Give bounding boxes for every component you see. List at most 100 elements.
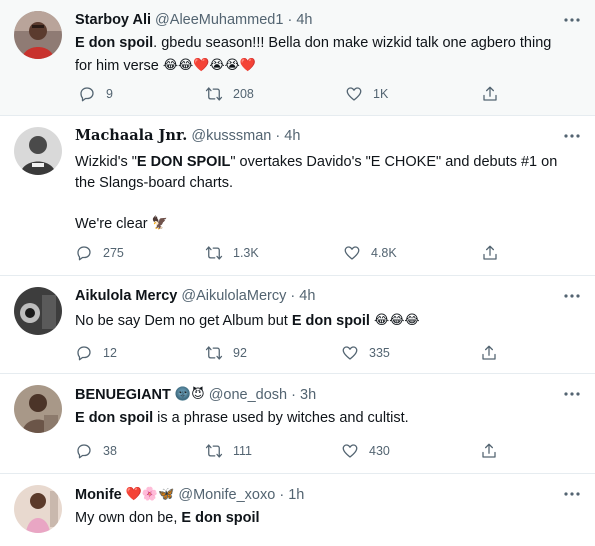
- text-segment: Wizkid's ": [75, 154, 137, 170]
- more-icon[interactable]: [563, 288, 581, 304]
- text-segment: the Slangs-board charts.: [75, 175, 233, 191]
- reply-button[interactable]: 275: [75, 243, 124, 263]
- retweet-count: 208: [233, 87, 254, 101]
- avatar-image: [14, 287, 62, 335]
- tweet-text: Wizkid's "E DON SPOIL" overtakes Davido'…: [75, 152, 579, 235]
- more-icon[interactable]: [563, 12, 581, 28]
- avatar-image: [14, 11, 62, 59]
- separator-dot: ·: [291, 387, 296, 403]
- action-bar: 38 111 430: [75, 441, 595, 461]
- avatar[interactable]: [14, 127, 62, 175]
- tweet[interactable]: Aikulola Mercy @AikulolaMercy · 4h No be…: [0, 276, 595, 374]
- like-icon: [346, 87, 362, 101]
- separator-dot: ·: [287, 12, 293, 28]
- tweet-header: Machaala Jnr. @kusssman · 4h: [75, 126, 555, 146]
- tweet-header: Monife ❤️🌸🦋 @Monife_xoxo · 1h: [75, 484, 555, 505]
- display-name[interactable]: Machaala Jnr.: [75, 127, 187, 144]
- like-button[interactable]: 4.8K: [343, 243, 397, 263]
- avatar-image: [14, 127, 62, 175]
- highlight-phrase: E don spoil: [181, 510, 260, 526]
- share-icon: [483, 245, 497, 260]
- tweet[interactable]: BENUEGIANT 🌚😈 @one_dosh · 3h E don spoil…: [0, 374, 595, 474]
- user-handle[interactable]: @AleeMuhammed1: [155, 12, 283, 28]
- reply-button[interactable]: 38: [75, 441, 117, 461]
- avatar[interactable]: [14, 385, 62, 433]
- avatar[interactable]: [14, 11, 62, 59]
- display-name[interactable]: BENUEGIANT: [75, 387, 171, 403]
- reply-count: 9: [106, 87, 113, 101]
- share-button[interactable]: [480, 441, 498, 461]
- like-count: 1K: [373, 87, 389, 101]
- timestamp[interactable]: 1h: [288, 487, 304, 503]
- text-segment: My own don be,: [75, 510, 182, 526]
- tweet-feed: Starboy Ali @AleeMuhammed1 · 4h E don sp…: [0, 0, 595, 546]
- retweet-icon: [205, 87, 223, 101]
- emoji-sequence: 😂😂😂: [374, 312, 420, 327]
- user-handle[interactable]: @one_dosh: [209, 387, 287, 403]
- display-name[interactable]: Monife: [75, 487, 122, 503]
- retweet-button[interactable]: 111: [205, 441, 252, 461]
- user-handle[interactable]: @AikulolaMercy: [181, 288, 286, 304]
- like-button[interactable]: 1K: [345, 84, 388, 104]
- user-handle[interactable]: @kusssman: [191, 128, 271, 144]
- retweet-button[interactable]: 1.3K: [205, 243, 259, 263]
- text-segment: . gbedu season!!! Bella don make wizkid …: [153, 35, 552, 51]
- display-name[interactable]: Starboy Ali: [75, 12, 151, 28]
- like-button[interactable]: 430: [341, 441, 390, 461]
- reply-count: 275: [103, 246, 124, 260]
- timestamp[interactable]: 3h: [300, 387, 316, 403]
- more-icon[interactable]: [563, 486, 581, 502]
- tweet-text: My own don be, E don spoil: [75, 508, 579, 529]
- reply-count: 12: [103, 346, 117, 360]
- separator-dot: ·: [279, 487, 285, 503]
- retweet-button[interactable]: 92: [205, 343, 247, 363]
- retweet-icon: [205, 246, 223, 260]
- tweet-text: E don spoil is a phrase used by witches …: [75, 408, 579, 429]
- avatar-image: [14, 485, 62, 533]
- user-handle[interactable]: @Monife_xoxo: [178, 487, 275, 503]
- text-segment: " overtakes Davido's "E CHOKE" and debut…: [230, 154, 558, 170]
- highlight-phrase: E don spoil: [291, 313, 370, 329]
- highlight-phrase: E don spoil: [75, 35, 154, 51]
- reply-icon: [77, 444, 91, 459]
- retweet-button[interactable]: 208: [205, 84, 254, 104]
- tweet-header: BENUEGIANT 🌚😈 @one_dosh · 3h: [75, 384, 555, 405]
- tweet[interactable]: Monife ❤️🌸🦋 @Monife_xoxo · 1h My own don…: [0, 474, 595, 546]
- like-icon: [342, 346, 358, 360]
- avatar[interactable]: [14, 287, 62, 335]
- action-bar: 9 208 1K: [75, 84, 595, 104]
- reply-button[interactable]: 12: [75, 343, 117, 363]
- emoji-sequence: 😂😂❤️😭😭❤️: [162, 57, 256, 72]
- name-emoji: ❤️🌸🦋: [125, 486, 175, 501]
- share-button[interactable]: [480, 343, 498, 363]
- text-segment: We're clear: [75, 216, 148, 232]
- more-icon[interactable]: [563, 128, 581, 144]
- share-button[interactable]: [481, 243, 499, 263]
- tweet[interactable]: Machaala Jnr. @kusssman · 4h Wizkid's "E…: [0, 116, 595, 276]
- tweet[interactable]: Starboy Ali @AleeMuhammed1 · 4h E don sp…: [0, 0, 595, 116]
- timestamp[interactable]: 4h: [296, 12, 312, 28]
- tweet-text: E don spoil. gbedu season!!! Bella don m…: [75, 33, 579, 77]
- avatar-image: [14, 385, 62, 433]
- share-icon: [482, 345, 496, 360]
- display-name[interactable]: Aikulola Mercy: [75, 288, 177, 304]
- like-count: 430: [369, 444, 390, 458]
- like-button[interactable]: 335: [341, 343, 390, 363]
- tweet-text: No be say Dem no get Album but E don spo…: [75, 309, 579, 332]
- retweet-icon: [205, 346, 223, 360]
- like-count: 335: [369, 346, 390, 360]
- like-icon: [344, 246, 360, 260]
- reply-button[interactable]: 9: [78, 84, 113, 104]
- tweet-header: Aikulola Mercy @AikulolaMercy · 4h: [75, 286, 555, 306]
- emoji-sequence: 🦅: [151, 215, 168, 230]
- retweet-count: 111: [233, 444, 253, 458]
- share-button[interactable]: [481, 84, 499, 104]
- retweet-count: 92: [233, 346, 247, 360]
- more-icon[interactable]: [563, 386, 581, 402]
- timestamp[interactable]: 4h: [299, 288, 315, 304]
- share-icon: [482, 443, 496, 458]
- timestamp[interactable]: 4h: [284, 128, 300, 144]
- avatar[interactable]: [14, 485, 62, 533]
- share-icon: [483, 86, 497, 101]
- separator-dot: ·: [275, 128, 281, 144]
